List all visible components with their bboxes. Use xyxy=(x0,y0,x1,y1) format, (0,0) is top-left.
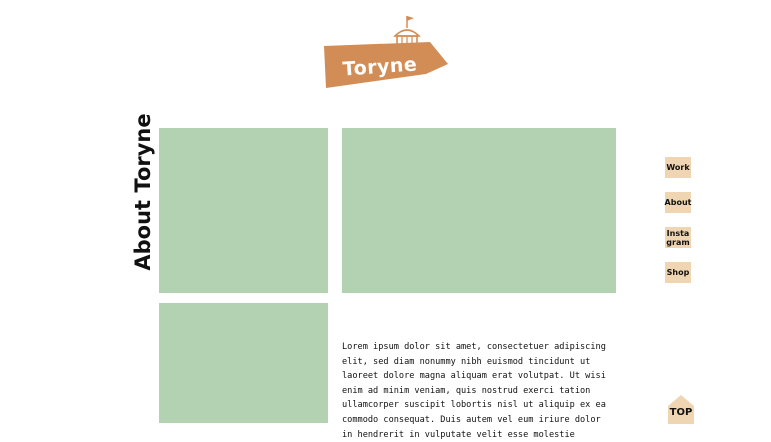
nav-work-label: Work xyxy=(666,163,690,172)
nav-about-button[interactable]: About xyxy=(665,192,691,213)
nav-instagram-label-line2: gram xyxy=(666,237,690,247)
image-placeholder-3 xyxy=(159,303,328,423)
image-placeholder-1 xyxy=(159,128,328,293)
nav-about-label: About xyxy=(664,198,692,207)
back-to-top-label: TOP xyxy=(669,407,693,418)
logo[interactable]: Toryne xyxy=(322,12,452,92)
body-paragraph: Lorem ipsum dolor sit amet, consectetuer… xyxy=(342,342,606,440)
nav-instagram-button[interactable]: Insta gram xyxy=(665,227,691,248)
nav-instagram-label-line1: Insta xyxy=(666,228,690,238)
nav-shop-label: Shop xyxy=(666,268,690,277)
nav-shop-button[interactable]: Shop xyxy=(665,262,691,283)
back-to-top-button[interactable]: TOP xyxy=(667,394,695,424)
page-title-text: About Toryne xyxy=(131,113,155,271)
nav-work-button[interactable]: Work xyxy=(665,157,691,178)
page-title: About Toryne xyxy=(131,113,155,270)
image-placeholder-2 xyxy=(342,128,616,293)
